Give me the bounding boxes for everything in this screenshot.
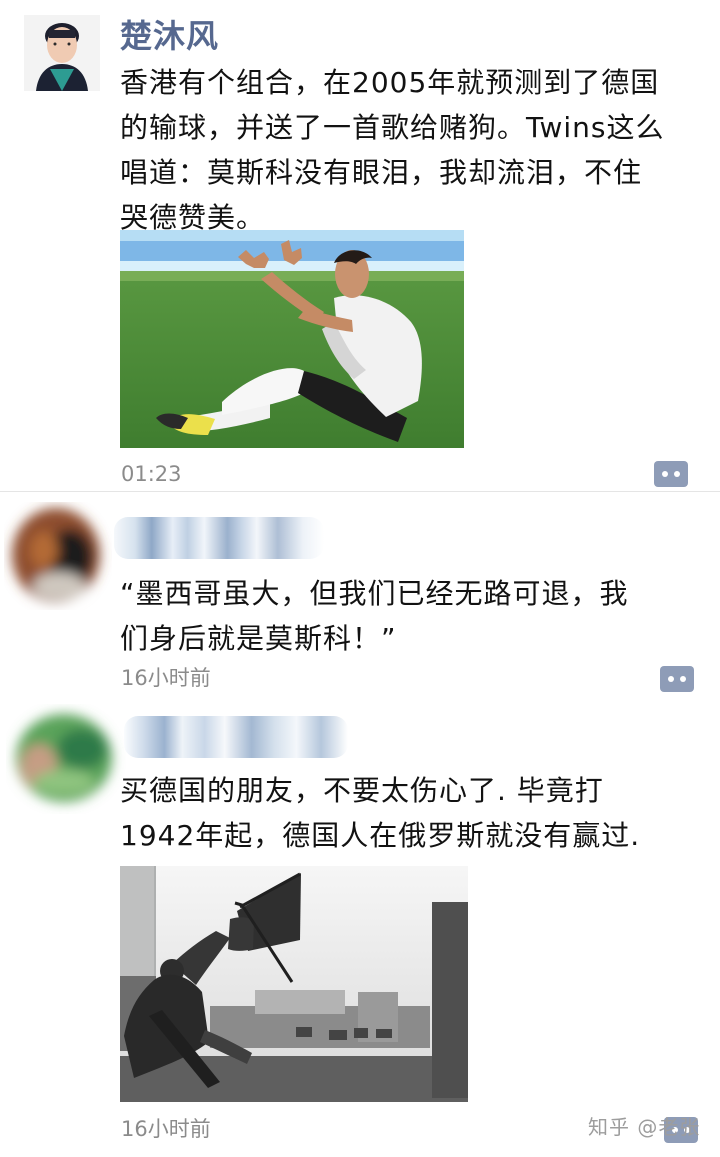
comment-bubble-icon-dot-1 (668, 676, 674, 682)
post-time: 16小时前 (121, 1117, 211, 1141)
avatar-blurred-1[interactable] (4, 502, 112, 610)
post-3: 买德国的朋友，不要太伤心了. 毕竟打 1942年起，德国人在俄罗斯就没有赢过. (0, 704, 720, 1157)
avatar-blurred-2[interactable] (6, 704, 126, 814)
avatar-chumufeng[interactable] (24, 15, 100, 91)
post-photo-historic[interactable] (120, 866, 468, 1102)
blurred-username (124, 716, 348, 758)
comment-button[interactable] (654, 461, 688, 487)
post-2: “墨西哥虽大，但我们已经无路可退，我 们身后就是莫斯科！” 16小时前 (0, 492, 720, 704)
post-time: 01:23 (121, 462, 182, 486)
post-text: “墨西哥虽大，但我们已经无路可退，我 们身后就是莫斯科！” (120, 577, 629, 655)
post-text: 香港有个组合，在2005年就预测到了德国 的输球，并送了一首歌给赌狗。Twins… (120, 66, 665, 234)
comment-bubble-icon-dot-2 (674, 471, 680, 477)
blurred-avatar-image (16, 714, 112, 802)
post-text: 买德国的朋友，不要太伤心了. 毕竟打 1942年起，德国人在俄罗斯就没有赢过. (120, 774, 641, 852)
author-name[interactable]: 楚沐风 (120, 16, 219, 56)
post-time: 16小时前 (121, 666, 211, 690)
comment-button[interactable] (660, 666, 694, 692)
blurred-avatar-image (12, 508, 100, 602)
blurred-username (114, 517, 324, 559)
avatar-portrait-image (24, 15, 100, 91)
post-photo-soccer[interactable] (120, 230, 464, 448)
soccer-player-image (120, 230, 464, 448)
comment-bubble-icon-dot-1 (662, 471, 668, 477)
post-1: 楚沐风 香港有个组合，在2005年就预测到了德国 的输球，并送了一首歌给赌狗。T… (0, 0, 720, 491)
historic-flag-image (120, 866, 468, 1102)
watermark: 知乎 @老张 (588, 1115, 701, 1139)
comment-bubble-icon-dot-2 (680, 676, 686, 682)
